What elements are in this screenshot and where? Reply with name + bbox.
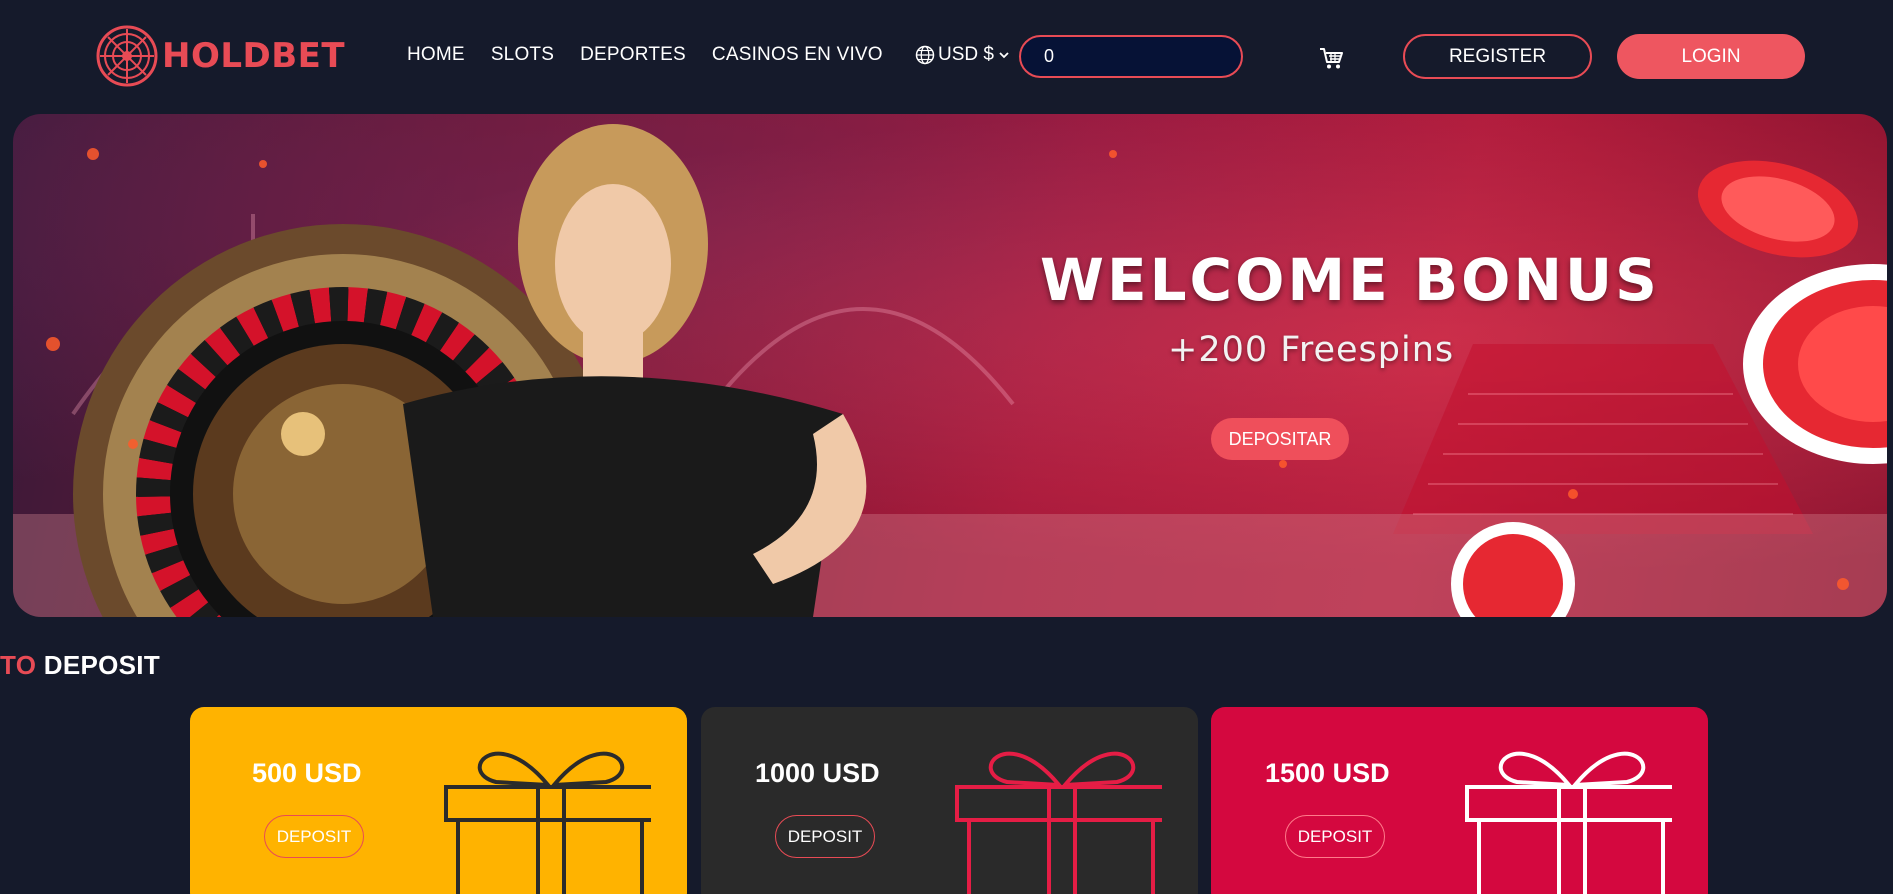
brand-name: HOLDBET — [162, 36, 346, 76]
register-button[interactable]: REGISTER — [1403, 34, 1592, 79]
section-title-accent: TO — [0, 650, 37, 680]
hero-subtitle: +200 Freespins — [1168, 330, 1455, 370]
site-header: HOLDBET HOME SLOTS DEPORTES CASINOS EN V… — [0, 0, 1893, 112]
deposit-card-500: 500 USD DEPOSIT — [190, 707, 687, 894]
hero-illustration — [13, 124, 1887, 617]
deposit-card-1000: 1000 USD DEPOSIT — [701, 707, 1198, 894]
deposit-button[interactable]: DEPOSIT — [1285, 815, 1385, 858]
gift-icon — [444, 751, 651, 894]
gift-icon — [955, 751, 1162, 894]
main-nav: HOME SLOTS DEPORTES CASINOS EN VIVO — [407, 44, 909, 66]
brand-logo[interactable]: HOLDBET — [94, 25, 345, 87]
deposit-button[interactable]: DEPOSIT — [775, 815, 875, 858]
nav-casinos-en-vivo[interactable]: CASINOS EN VIVO — [712, 44, 883, 66]
roulette-logo-icon — [96, 25, 158, 87]
currency-selector[interactable]: USD $ — [915, 44, 1013, 66]
nav-deportes[interactable]: DEPORTES — [580, 44, 686, 66]
balance-field[interactable] — [1019, 35, 1243, 78]
nav-slots[interactable]: SLOTS — [491, 44, 554, 66]
deposit-card-1500: 1500 USD DEPOSIT — [1211, 707, 1708, 894]
cart-icon[interactable] — [1318, 45, 1344, 71]
hero-title: WELCOME BONUS — [1040, 246, 1660, 314]
card-amount: 1500 USD — [1265, 758, 1390, 788]
section-title-rest: DEPOSIT — [43, 650, 161, 680]
deposit-button[interactable]: DEPOSIT — [264, 815, 364, 858]
card-amount: 1000 USD — [755, 758, 880, 788]
depositar-button[interactable]: DEPOSITAR — [1211, 418, 1349, 460]
nav-home[interactable]: HOME — [407, 44, 465, 66]
card-amount: 500 USD — [252, 758, 362, 788]
gift-icon — [1465, 751, 1672, 894]
currency-label: USD $ — [938, 44, 994, 65]
chevron-down-icon — [999, 52, 1009, 59]
login-button[interactable]: LOGIN — [1617, 34, 1805, 79]
section-title: TO DEPOSIT — [0, 650, 160, 681]
globe-icon — [915, 45, 935, 65]
hero-banner: WELCOME BONUS +200 Freespins DEPOSITAR — [13, 114, 1887, 617]
